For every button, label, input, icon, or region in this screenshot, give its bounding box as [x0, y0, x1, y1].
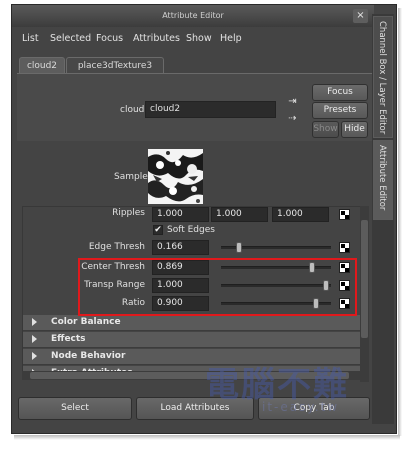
expand-arrow-icon — [32, 352, 37, 360]
menu-show[interactable]: Show — [186, 33, 212, 44]
section-label: Effects — [51, 334, 86, 344]
window-shadow-bottom — [14, 435, 400, 440]
expand-arrow-icon — [32, 335, 37, 343]
sample-swatch — [148, 149, 203, 204]
ripples-label: Ripples — [112, 208, 145, 218]
edge-thresh-field[interactable]: 0.166 — [152, 240, 209, 255]
menu-list[interactable]: List — [22, 33, 39, 44]
sample-label: Sample — [114, 172, 148, 182]
soft-edges-checkbox[interactable]: ✔ — [153, 225, 163, 235]
menu-focus[interactable]: Focus — [96, 33, 123, 44]
annotation-highlight-box — [78, 258, 357, 316]
ripples-map-button[interactable] — [339, 209, 350, 220]
side-tab-label: Channel Box / Layer Editor — [377, 21, 387, 135]
presets-button[interactable]: Presets — [312, 102, 368, 119]
select-button[interactable]: Select — [18, 397, 132, 420]
section-color-balance[interactable]: Color Balance — [23, 315, 360, 331]
soft-edges-label: Soft Edges — [167, 225, 215, 235]
menu-help[interactable]: Help — [220, 33, 242, 44]
edge-thresh-slider-handle[interactable] — [236, 242, 243, 253]
close-button[interactable]: × — [353, 9, 368, 23]
menu-attributes[interactable]: Attributes — [133, 33, 180, 44]
menu-bar: List Selected Focus Attributes Show Help — [12, 29, 374, 49]
hide-button[interactable]: Hide — [341, 121, 368, 138]
output-connection-icon[interactable]: ⇢ — [287, 113, 298, 124]
tab-attribute-editor[interactable]: Attribute Editor — [373, 140, 393, 220]
window-shadow-right — [398, 8, 402, 436]
side-tab-label: Attribute Editor — [377, 145, 387, 211]
watermark-logo: 電腦不難 — [205, 365, 349, 405]
section-label: Node Behavior — [51, 351, 126, 361]
menu-selected[interactable]: Selected — [50, 33, 91, 44]
tab-place3dtexture3[interactable]: place3dTexture3 — [66, 57, 164, 74]
ripples-y-field[interactable]: 1.000 — [211, 207, 268, 222]
section-label: Color Balance — [51, 317, 121, 327]
tab-channel-box-layer-editor[interactable]: Channel Box / Layer Editor — [373, 16, 393, 138]
edge-thresh-label: Edge Thresh — [88, 242, 145, 252]
node-name-label: cloud: — [120, 105, 148, 115]
vertical-scroll-thumb[interactable] — [361, 220, 368, 338]
focus-button[interactable]: Focus — [312, 84, 368, 101]
tab-cloud2[interactable]: cloud2 — [19, 57, 65, 74]
node-name-field[interactable]: cloud2 — [145, 101, 276, 118]
show-button[interactable]: Show — [312, 121, 339, 138]
input-connection-icon[interactable]: ⇥ — [287, 96, 298, 107]
window-title: Attribute Editor — [162, 11, 224, 20]
ripples-x-field[interactable]: 1.000 — [152, 207, 209, 222]
watermark-url: it-easy.tw — [262, 400, 340, 414]
title-bar[interactable]: Attribute Editor × — [12, 5, 374, 27]
section-effects[interactable]: Effects — [23, 332, 360, 348]
expand-arrow-icon — [32, 318, 37, 326]
edge-thresh-map-button[interactable] — [339, 242, 350, 253]
ripples-z-field[interactable]: 1.000 — [272, 207, 329, 222]
